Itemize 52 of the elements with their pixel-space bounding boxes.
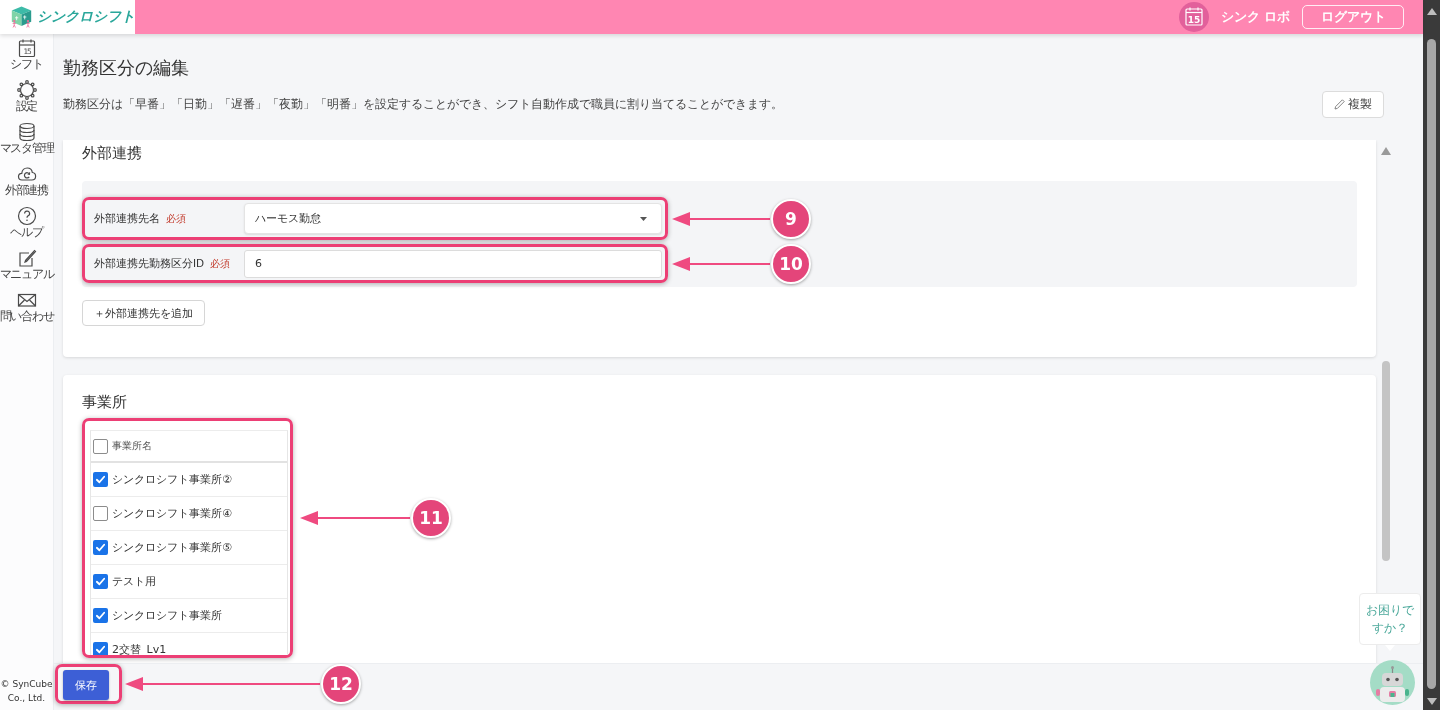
office-name: テスト用 xyxy=(112,574,156,589)
copy-button[interactable]: 複製 xyxy=(1322,91,1384,118)
callout-badge: 10 xyxy=(771,243,811,284)
callout-badge: 11 xyxy=(411,498,451,538)
checkbox[interactable] xyxy=(93,472,108,487)
checkbox[interactable] xyxy=(93,438,108,454)
office-name: シンクロシフト事業所⑤ xyxy=(112,540,232,555)
scroll-up-icon[interactable] xyxy=(1426,8,1437,15)
select-field[interactable]: ハーモス勤怠 xyxy=(244,203,662,234)
sidebar-item[interactable]: 設定 xyxy=(0,80,54,122)
checkbox[interactable] xyxy=(93,574,108,589)
page-description: 勤務区分は「早番」「日勤」「遅番」「夜勤」「明番」を設定することができ、シフト自動作成で職員に割り当てることができます。 xyxy=(63,96,783,113)
office-name: シンクロシフト事業所④ xyxy=(112,506,232,521)
column-header: 事業所名 xyxy=(112,439,152,453)
required-tag: 必須 xyxy=(166,211,186,226)
cloud-sync-icon xyxy=(16,164,37,184)
required-tag: 必須 xyxy=(210,256,231,271)
caret-icon xyxy=(640,216,647,221)
scrollbar-thumb[interactable] xyxy=(1427,39,1436,689)
copyright-text: © SynCube Co., Ltd. xyxy=(0,678,53,705)
callout-badge: 9 xyxy=(771,198,811,239)
sidebar-item[interactable]: ヘルプ xyxy=(0,206,54,248)
gear-icon xyxy=(16,80,37,100)
scroll-down-icon[interactable] xyxy=(1426,698,1437,705)
sidebar-item[interactable]: 外部連携 xyxy=(0,164,54,206)
robot-avatar-icon[interactable] xyxy=(1370,660,1415,705)
checkbox[interactable] xyxy=(93,642,108,655)
page-title: 勤務区分の編集 xyxy=(63,56,189,80)
office-name: シンクロシフト事業所 xyxy=(112,608,222,623)
pencil-icon xyxy=(1334,99,1345,110)
input-field[interactable]: 6 xyxy=(244,249,662,278)
field-label: 外部連携先名 xyxy=(94,211,160,226)
user-name: シンク ロボ xyxy=(1220,8,1290,26)
scrollbar-thumb[interactable] xyxy=(1381,361,1390,561)
office-name: 2交替_Lv1 xyxy=(112,642,167,655)
edit-icon xyxy=(16,248,37,268)
database-icon xyxy=(16,122,37,142)
checkbox[interactable] xyxy=(93,506,108,521)
checkbox[interactable] xyxy=(93,608,108,623)
checkbox[interactable] xyxy=(93,540,108,555)
save-button[interactable]: 保存 xyxy=(63,670,109,700)
sidebar-item[interactable]: 問い合わせ xyxy=(0,290,54,332)
field-label: 外部連携先勤務区分ID xyxy=(94,256,205,271)
section-title: 事業所 xyxy=(82,392,127,413)
callout-badge: 12 xyxy=(321,664,361,704)
section-title: 外部連携 xyxy=(82,143,142,164)
logo-text: シンクロシフト xyxy=(37,8,135,26)
help-icon xyxy=(16,206,37,226)
add-button[interactable]: ＋外部連携先を追加 xyxy=(82,300,205,326)
office-name: シンクロシフト事業所② xyxy=(112,472,232,487)
sidebar-item[interactable]: マスタ管理 xyxy=(0,122,54,164)
sidebar-item[interactable]: マニュアル xyxy=(0,248,54,290)
